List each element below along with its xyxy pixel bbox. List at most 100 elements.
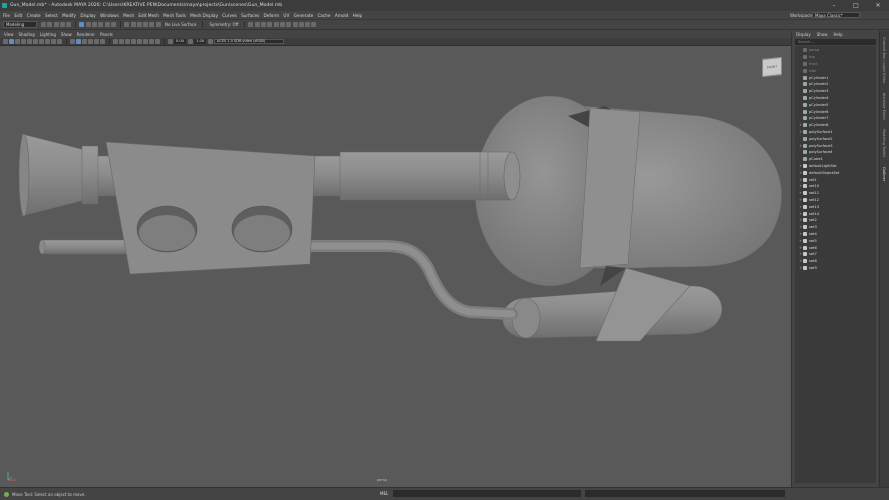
- panel-menu-show[interactable]: Show: [61, 32, 72, 37]
- menu-mesh-display[interactable]: Mesh Display: [190, 13, 218, 18]
- menu-set-dropdown[interactable]: Modeling: [3, 21, 37, 28]
- outliner-item[interactable]: persp: [795, 47, 876, 54]
- panel-menu-panels[interactable]: Panels: [100, 32, 113, 37]
- outliner-item[interactable]: polySurface4: [795, 149, 876, 156]
- minimize-button[interactable]: –: [823, 0, 845, 11]
- outliner-item[interactable]: + defaultLightSet: [795, 163, 876, 170]
- menu-help[interactable]: Help: [353, 13, 363, 18]
- menu-generate[interactable]: Generate: [294, 13, 314, 18]
- gun-model[interactable]: [0, 46, 791, 487]
- face-mask-icon[interactable]: [110, 22, 116, 27]
- snap-curve-icon[interactable]: [130, 22, 136, 27]
- outliner-item[interactable]: + set13: [795, 203, 876, 210]
- outliner-item[interactable]: + set1: [795, 176, 876, 183]
- outliner-item[interactable]: + set7: [795, 251, 876, 258]
- outliner-item[interactable]: pCylinder3: [795, 88, 876, 95]
- outliner-item[interactable]: pCylinder7: [795, 115, 876, 122]
- outliner-item[interactable]: pCube1: [795, 156, 876, 163]
- menu-mesh-tools[interactable]: Mesh Tools: [163, 13, 186, 18]
- outliner-item[interactable]: + set9: [795, 265, 876, 272]
- ambient-occlusion-icon[interactable]: [131, 39, 136, 44]
- outliner-item[interactable]: + set12: [795, 197, 876, 204]
- undo-icon[interactable]: [59, 22, 65, 27]
- camera-attributes-icon[interactable]: [9, 39, 14, 44]
- hypershade-icon[interactable]: [279, 22, 285, 27]
- outliner-item[interactable]: + set11: [795, 190, 876, 197]
- menu-cache[interactable]: Cache: [317, 13, 330, 18]
- tab-channel-box[interactable]: Channel Box / Layer Editor: [882, 37, 886, 84]
- close-button[interactable]: ✕: [867, 0, 889, 11]
- viewport-persp[interactable]: FRONT persp: [0, 46, 791, 487]
- snap-plane-icon[interactable]: [143, 22, 149, 27]
- open-scene-icon[interactable]: [47, 22, 53, 27]
- outliner-menu-show[interactable]: Show: [817, 32, 828, 37]
- symmetry-dropdown[interactable]: Symmetry: Off: [209, 22, 238, 27]
- backface-culling-icon[interactable]: [125, 39, 130, 44]
- panel-menu-lighting[interactable]: Lighting: [40, 32, 56, 37]
- isolate-select-icon[interactable]: [155, 39, 160, 44]
- toggle-panel-icon[interactable]: [298, 22, 304, 27]
- live-surface-label[interactable]: No Live Surface: [165, 22, 196, 27]
- select-hierarchy-icon[interactable]: [79, 22, 85, 27]
- exposure-icon[interactable]: [168, 39, 173, 44]
- outliner-menu-display[interactable]: Display: [796, 32, 811, 37]
- depth-of-field-icon[interactable]: [149, 39, 154, 44]
- menu-modify[interactable]: Modify: [62, 13, 76, 18]
- arnold-render-icon[interactable]: [286, 22, 292, 27]
- render-settings-icon[interactable]: [273, 22, 279, 27]
- light-editor-icon[interactable]: [292, 22, 298, 27]
- outliner-item[interactable]: + set10: [795, 183, 876, 190]
- anti-aliasing-icon[interactable]: [143, 39, 148, 44]
- safe-action-icon[interactable]: [57, 39, 62, 44]
- outliner-item[interactable]: + set5: [795, 237, 876, 244]
- outliner-item[interactable]: polySurface2: [795, 135, 876, 142]
- textured-icon[interactable]: [88, 39, 93, 44]
- view-cube[interactable]: FRONT: [762, 56, 782, 78]
- new-scene-icon[interactable]: [41, 22, 46, 27]
- tab-modeling-toolkit[interactable]: Modeling Toolkit: [882, 129, 886, 157]
- workspace-dropdown[interactable]: Maya Classic*: [812, 12, 860, 18]
- menu-deform[interactable]: Deform: [264, 13, 280, 18]
- outliner-item[interactable]: + pCylinder8: [795, 122, 876, 129]
- render-current-icon[interactable]: [261, 22, 267, 27]
- outliner-menu-help[interactable]: Help: [834, 32, 843, 37]
- outliner-item[interactable]: pCylinder5: [795, 101, 876, 108]
- maximize-button[interactable]: □: [845, 0, 867, 11]
- render-view-icon[interactable]: [254, 22, 260, 27]
- outliner-item[interactable]: + polySurface3: [795, 142, 876, 149]
- outliner-item[interactable]: pCylinder4: [795, 95, 876, 102]
- snap-point-icon[interactable]: [136, 22, 142, 27]
- outliner-item[interactable]: pCylinder6: [795, 108, 876, 115]
- snap-center-icon[interactable]: [155, 22, 161, 27]
- edge-mask-icon[interactable]: [104, 22, 110, 27]
- grid-icon[interactable]: [27, 39, 32, 44]
- menu-edit-mesh[interactable]: Edit Mesh: [138, 13, 158, 18]
- menu-display[interactable]: Display: [80, 13, 95, 18]
- menu-edit[interactable]: Edit: [14, 13, 22, 18]
- menu-mesh[interactable]: Mesh: [123, 13, 134, 18]
- mel-label[interactable]: MEL: [380, 491, 388, 496]
- bookmark-icon[interactable]: [15, 39, 20, 44]
- wireframe-on-shaded-icon[interactable]: [82, 39, 87, 44]
- menu-surfaces[interactable]: Surfaces: [241, 13, 259, 18]
- outliner-item[interactable]: side: [795, 67, 876, 74]
- snap-surface-icon[interactable]: [149, 22, 155, 27]
- image-plane-icon[interactable]: [21, 39, 26, 44]
- menu-create[interactable]: Create: [27, 13, 41, 18]
- toggle-panel3-icon[interactable]: [311, 22, 317, 27]
- panel-menu-shading[interactable]: Shading: [19, 32, 35, 37]
- history-icon[interactable]: [248, 22, 254, 27]
- motion-blur-icon[interactable]: [137, 39, 142, 44]
- shadows-icon[interactable]: [100, 39, 105, 44]
- outliner-item[interactable]: + set3: [795, 224, 876, 231]
- field-chart-icon[interactable]: [51, 39, 56, 44]
- xray-icon[interactable]: [113, 39, 118, 44]
- outliner-item[interactable]: top: [795, 54, 876, 61]
- command-line-input[interactable]: [393, 490, 581, 497]
- tab-attribute-editor[interactable]: Attribute Editor: [882, 93, 886, 120]
- vertex-mask-icon[interactable]: [98, 22, 104, 27]
- outliner-item[interactable]: pCylinder2: [795, 81, 876, 88]
- resolution-gate-icon[interactable]: [39, 39, 44, 44]
- menu-windows[interactable]: Windows: [100, 13, 119, 18]
- gamma-field[interactable]: 1.00: [194, 39, 207, 44]
